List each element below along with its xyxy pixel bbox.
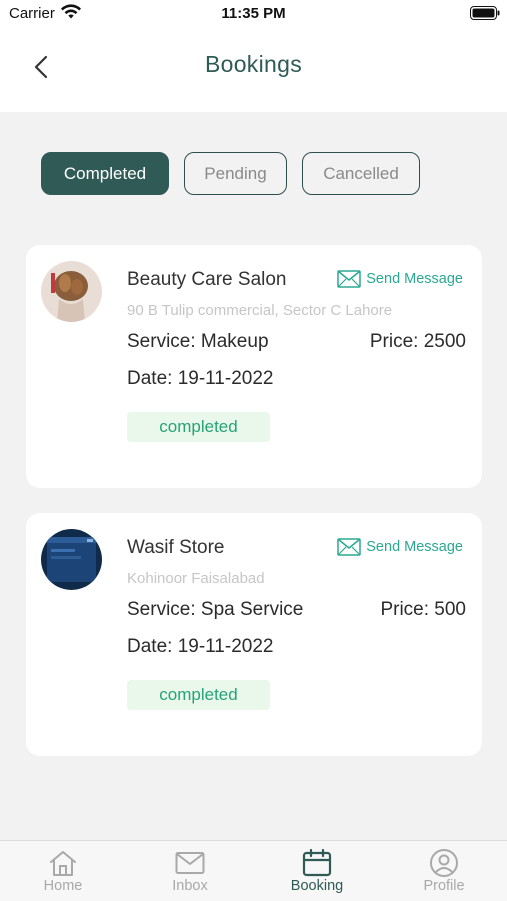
envelope-icon [337, 270, 362, 288]
service-label: Service: Spa Service [127, 599, 304, 620]
shop-name: Beauty Care Salon [127, 269, 287, 290]
tab-inbox-label: Inbox [172, 878, 208, 894]
calendar-icon [302, 849, 332, 877]
send-message-button[interactable]: Send Message [337, 538, 463, 556]
filter-pending[interactable]: Pending [184, 152, 287, 195]
clock-time: 11:35 PM [221, 5, 286, 22]
tab-profile[interactable]: Profile [381, 841, 507, 901]
avatar [41, 529, 102, 590]
tab-booking[interactable]: Booking [254, 841, 380, 901]
service-label: Service: Makeup [127, 331, 269, 352]
tab-home[interactable]: Home [0, 841, 126, 901]
status-badge: completed [127, 412, 270, 442]
shop-address: 90 B Tulip commercial, Sector C Lahore [127, 302, 393, 319]
booking-card: Beauty Care Salon Send Message 90 B Tuli… [26, 245, 482, 488]
page-title: Bookings [204, 51, 303, 77]
shop-address: Kohinoor Faisalabad [127, 570, 265, 587]
send-message-button[interactable]: Send Message [337, 270, 463, 288]
status-badge: completed [127, 680, 270, 710]
tab-booking-label: Booking [290, 878, 344, 894]
battery-icon [470, 6, 500, 25]
header: Bookings [0, 28, 507, 112]
home-icon [48, 849, 78, 877]
avatar [41, 261, 102, 322]
send-message-label: Send Message [366, 271, 463, 287]
booking-card: Wasif Store Send Message Kohinoor Faisal… [26, 513, 482, 756]
price-label: Price: 2500 [369, 331, 466, 352]
bottom-tab-bar: Home Inbox Booking Profile [0, 840, 507, 901]
tab-home-label: Home [43, 878, 83, 894]
envelope-icon [337, 538, 362, 556]
date-label: Date: 19-11-2022 [127, 368, 274, 389]
price-label: Price: 500 [380, 599, 466, 620]
mail-icon [175, 849, 205, 877]
shop-name: Wasif Store [127, 537, 225, 558]
filter-cancelled[interactable]: Cancelled [302, 152, 420, 195]
tab-inbox[interactable]: Inbox [127, 841, 253, 901]
send-message-label: Send Message [366, 539, 463, 555]
filter-completed[interactable]: Completed [41, 152, 169, 195]
status-bar: Carrier 11:35 PM [0, 0, 507, 28]
date-label: Date: 19-11-2022 [127, 636, 274, 657]
tab-profile-label: Profile [423, 878, 465, 894]
user-icon [429, 849, 459, 877]
